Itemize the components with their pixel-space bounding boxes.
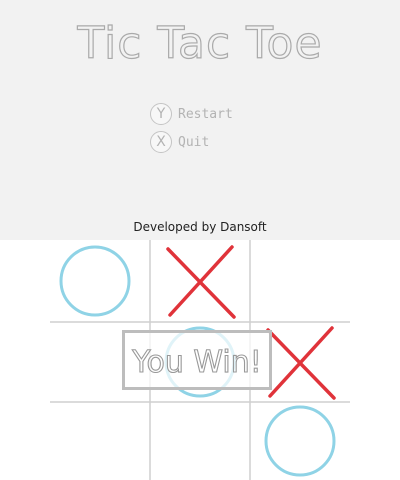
- board-cell-2-1[interactable]: [150, 402, 250, 480]
- developer-credits: Developed by Dansoft: [133, 220, 267, 234]
- board-cell-0-0[interactable]: [40, 240, 150, 322]
- board-cell-0-2[interactable]: [250, 240, 350, 322]
- restart-label: Restart: [178, 106, 233, 122]
- restart-button[interactable]: Y Restart: [150, 100, 233, 128]
- top-screen: Tic Tac Toe Y Restart X Quit Developed b…: [0, 0, 400, 240]
- quit-button[interactable]: X Quit: [150, 128, 233, 156]
- bottom-screen: You Win!: [40, 240, 360, 480]
- you-win-banner: You Win!: [122, 330, 272, 390]
- result-text: You Win!: [131, 345, 262, 380]
- y-button-icon: Y: [150, 103, 172, 125]
- board-cell-2-0[interactable]: [40, 402, 150, 480]
- game-title: Tic Tac Toe: [76, 17, 322, 69]
- quit-label: Quit: [178, 134, 210, 150]
- x-button-icon: X: [150, 131, 172, 153]
- svg-text:Tic Tac Toe: Tic Tac Toe: [76, 18, 322, 69]
- menu: Y Restart X Quit: [150, 100, 233, 156]
